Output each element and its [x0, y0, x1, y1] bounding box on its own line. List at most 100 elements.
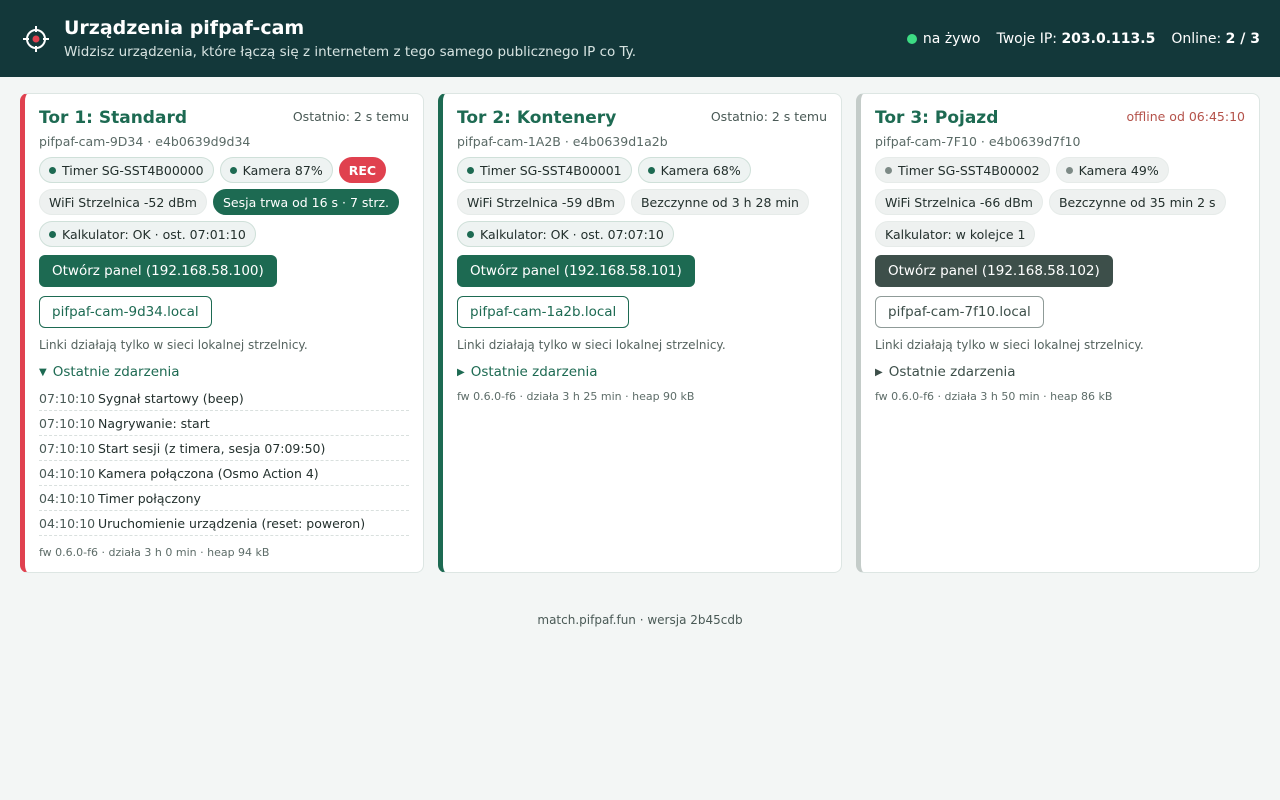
crosshair-icon [20, 23, 52, 55]
page-title: Urządzenia pifpaf-cam [64, 17, 305, 39]
calculator-chip: Kalkulator: w kolejce 1 [875, 221, 1036, 247]
event-message: Timer połączony [98, 490, 201, 506]
idle-chip: Bezczynne od 35 min 2 s [1048, 189, 1226, 215]
device-id: pifpaf-cam-9D34 · e4b0639d9d34 [39, 134, 251, 149]
footer: match.pifpaf.fun · wersja 2b45cdb [537, 613, 743, 627]
lan-note: Linki działają tylko w sieci lokalnej st… [39, 338, 308, 352]
ip-readout: Twoje IP: 203.0.113.5 [996, 31, 1155, 47]
timer-label: Timer SG-SST4B00000 [62, 162, 204, 178]
events-toggle[interactable]: ▼ Ostatnie zdarzenia [39, 364, 409, 380]
online-label: Online: [1171, 30, 1222, 47]
events-toggle[interactable]: ▶ Ostatnie zdarzenia [875, 364, 1245, 380]
device-card: Tor 3: Pojazd offline od 06:45:10 pifpaf… [856, 93, 1260, 573]
event-row: 04:10:10 Kamera połączona (Osmo Action 4) [39, 461, 409, 486]
status-dot-icon [885, 166, 892, 174]
event-time: 07:10:10 [39, 390, 96, 406]
camera-chip: Kamera 68% [637, 157, 751, 183]
online-value: 2 / 3 [1225, 30, 1260, 47]
open-panel-button[interactable]: Otwórz panel (192.168.58.101) [457, 255, 695, 287]
status-dot-icon [1065, 166, 1073, 174]
device-title: Tor 3: Pojazd [875, 108, 999, 128]
events-toggle[interactable]: ▶ Ostatnie zdarzenia [457, 364, 827, 380]
status-chips: Timer SG-SST4B00001 Kamera 68% WiFi Strz… [457, 157, 827, 247]
local-link[interactable]: pifpaf-cam-1a2b.local [457, 296, 630, 328]
local-link[interactable]: pifpaf-cam-7f10.local [875, 296, 1044, 328]
status-dot-icon [467, 230, 474, 238]
event-row: 07:10:10 Start sesji (z timera, sesja 07:… [39, 436, 409, 461]
event-row: 07:10:10 Nagrywanie: start [39, 411, 409, 436]
event-message: Kamera połączona (Osmo Action 4) [98, 465, 319, 481]
wifi-chip: WiFi Strzelnica -66 dBm [875, 189, 1043, 215]
offline-since: offline od 06:45:10 [1126, 109, 1246, 124]
calculator-label: Kalkulator: OK · ost. 07:01:10 [62, 226, 246, 242]
calculator-label: Kalkulator: OK · ost. 07:07:10 [480, 226, 664, 242]
events-label: Ostatnie zdarzenia [888, 364, 1016, 380]
device-grid: Tor 1: Standard Ostatnio: 2 s temu pifpa… [0, 77, 1280, 573]
event-time: 04:10:10 [39, 465, 96, 481]
event-message: Sygnał startowy (beep) [98, 390, 244, 406]
triangle-right-icon: ▶ [875, 366, 883, 378]
status-dot-icon [229, 166, 237, 174]
event-row: 07:10:10 Sygnał startowy (beep) [39, 386, 409, 411]
status-dot-icon [49, 166, 56, 174]
device-card: Tor 2: Kontenery Ostatnio: 2 s temu pifp… [438, 93, 842, 573]
live-indicator: na żywo [906, 30, 981, 47]
page-subtitle: Widzisz urządzenia, które łączą się z in… [64, 44, 637, 60]
lan-note: Linki działają tylko w sieci lokalnej st… [875, 338, 1144, 352]
status-dot-icon [647, 166, 655, 174]
event-message: Start sesji (z timera, sesja 07:09:50) [98, 440, 326, 456]
header-status: na żywo Twoje IP: 203.0.113.5 Online: 2 … [906, 0, 1260, 77]
rec-badge: REC [338, 157, 387, 183]
events-list: 07:10:10 Sygnał startowy (beep) 07:10:10 N… [39, 386, 409, 536]
firmware-info: fw 0.6.0-f6 · działa 3 h 25 min · heap 9… [457, 390, 695, 403]
last-seen: Ostatnio: 2 s temu [292, 109, 409, 124]
device-id: pifpaf-cam-1A2B · e4b0639d1a2b [457, 134, 668, 149]
timer-chip: Timer SG-SST4B00000 [39, 157, 214, 183]
event-time: 04:10:10 [39, 515, 96, 531]
online-readout: Online: 2 / 3 [1171, 31, 1260, 47]
calculator-chip: Kalkulator: OK · ost. 07:01:10 [39, 221, 256, 247]
wifi-chip: WiFi Strzelnica -52 dBm [39, 189, 207, 215]
camera-label: Kamera 49% [1078, 162, 1159, 178]
triangle-down-icon: ▼ [39, 366, 47, 378]
events-label: Ostatnie zdarzenia [52, 364, 180, 380]
live-dot-icon [906, 33, 917, 44]
device-title: Tor 2: Kontenery [457, 108, 617, 128]
open-panel-button[interactable]: Otwórz panel (192.168.58.100) [39, 255, 277, 287]
local-link[interactable]: pifpaf-cam-9d34.local [39, 296, 212, 328]
live-label: na żywo [922, 30, 981, 47]
timer-label: Timer SG-SST4B00001 [480, 162, 622, 178]
status-chips: Timer SG-SST4B00002 Kamera 49% WiFi Strz… [875, 157, 1245, 247]
last-seen: Ostatnio: 2 s temu [710, 109, 827, 124]
camera-label: Kamera 87% [242, 162, 323, 178]
timer-label: Timer SG-SST4B00002 [898, 162, 1040, 178]
ip-value: 203.0.113.5 [1061, 30, 1156, 47]
lan-note: Linki działają tylko w sieci lokalnej st… [457, 338, 726, 352]
calculator-chip: Kalkulator: OK · ost. 07:07:10 [457, 221, 674, 247]
firmware-info: fw 0.6.0-f6 · działa 3 h 0 min · heap 94… [39, 546, 270, 559]
status-dot-icon [467, 166, 474, 174]
firmware-info: fw 0.6.0-f6 · działa 3 h 50 min · heap 8… [875, 390, 1113, 403]
session-chip: Sesja trwa od 16 s · 7 strz. [212, 189, 399, 215]
timer-chip: Timer SG-SST4B00002 [875, 157, 1050, 183]
event-row: 04:10:10 Timer połączony [39, 486, 409, 511]
device-id: pifpaf-cam-7F10 · e4b0639d7f10 [875, 134, 1081, 149]
event-row: 04:10:10 Uruchomienie urządzenia (reset: … [39, 511, 409, 536]
triangle-right-icon: ▶ [457, 366, 465, 378]
ip-label: Twoje IP: [996, 30, 1057, 47]
wifi-chip: WiFi Strzelnica -59 dBm [457, 189, 625, 215]
top-bar: Urządzenia pifpaf-cam Widzisz urządzenia… [0, 0, 1280, 77]
event-time: 07:10:10 [39, 415, 96, 431]
idle-chip: Bezczynne od 3 h 28 min [630, 189, 809, 215]
status-chips: Timer SG-SST4B00000 Kamera 87% REC WiFi … [39, 157, 409, 247]
event-time: 07:10:10 [39, 440, 96, 456]
events-label: Ostatnie zdarzenia [470, 364, 598, 380]
status-dot-icon [49, 230, 56, 238]
event-time: 04:10:10 [39, 490, 96, 506]
event-message: Uruchomienie urządzenia (reset: poweron) [98, 515, 366, 531]
open-panel-button[interactable]: Otwórz panel (192.168.58.102) [875, 255, 1113, 287]
timer-chip: Timer SG-SST4B00001 [457, 157, 632, 183]
camera-label: Kamera 68% [660, 162, 741, 178]
camera-chip: Kamera 87% [219, 157, 333, 183]
camera-chip: Kamera 49% [1055, 157, 1169, 183]
